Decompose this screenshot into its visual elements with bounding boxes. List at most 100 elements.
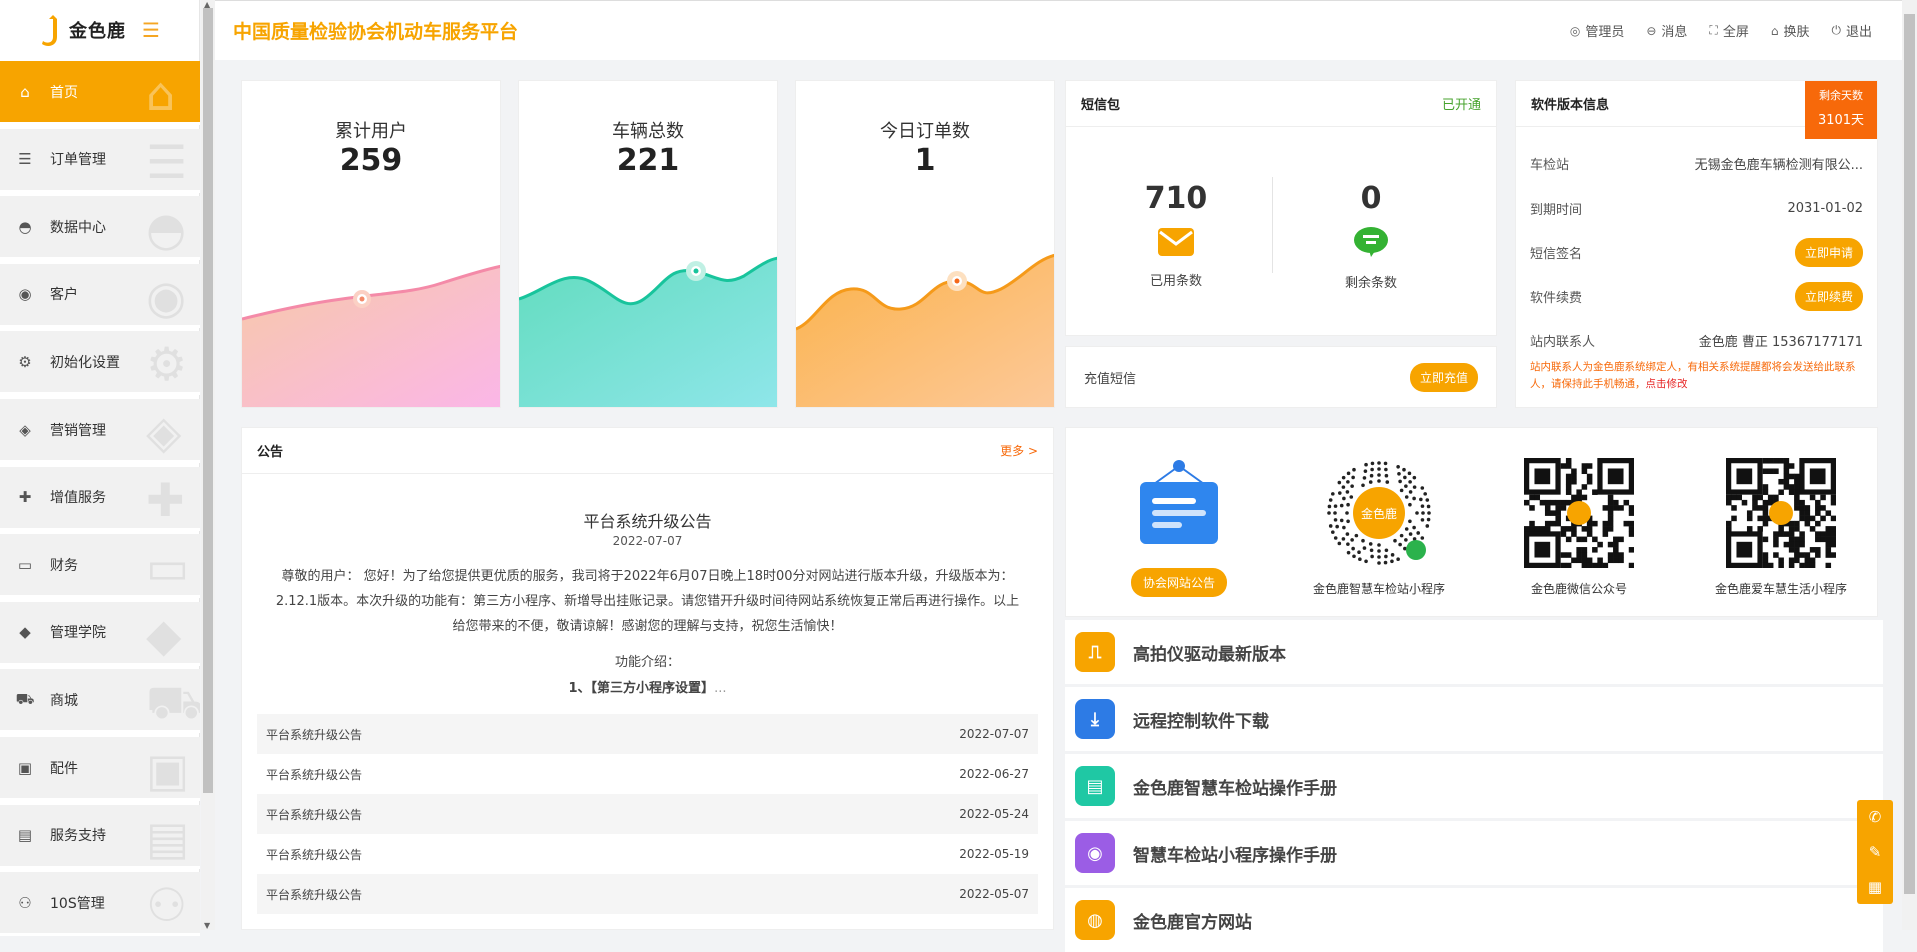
- renew-row: 软件续费 立即续费: [1530, 281, 1863, 311]
- notice-title: 公告: [257, 445, 284, 460]
- user-icon: ◉: [18, 285, 32, 304]
- renew-button[interactable]: 立即续费: [1794, 281, 1863, 311]
- page-scrollbar-thumb[interactable]: [1904, 14, 1915, 894]
- sidebar-item-11[interactable]: ▤ 服务支持 ▤: [0, 804, 200, 869]
- link-label: 金色鹿智慧车检站操作手册: [1133, 778, 1337, 799]
- sidebar-item-7[interactable]: ▭ 财务 ▭: [0, 534, 200, 599]
- notice-row-date: 2022-07-07: [959, 727, 1029, 741]
- notice-row[interactable]: 平台系统升级公告 2022-07-07: [257, 714, 1038, 754]
- logout-button[interactable]: ⏻ 退出: [1831, 21, 1872, 40]
- software-title: 软件版本信息: [1531, 98, 1610, 113]
- software-info-card: 软件版本信息 剩余天数 3101天 车检站 无锡金色鹿车辆检测有限公... 到期时间…: [1515, 80, 1878, 408]
- more-link[interactable]: 更多 >: [1000, 442, 1038, 459]
- sidebar-item-label: 财务: [50, 557, 78, 574]
- sidebar-item-2[interactable]: ◓ 数据中心 ◓: [0, 196, 200, 261]
- power-icon: ⏻: [1831, 23, 1841, 37]
- sidebar-item-0[interactable]: ⌂ 首页 ⌂: [0, 61, 200, 125]
- official-site-link[interactable]: ◍ 金色鹿官方网站: [1065, 888, 1883, 952]
- contact-row: 站内联系人 金色鹿 曹正 15367177171: [1530, 328, 1863, 352]
- box-watermark-icon: ▤: [146, 810, 190, 865]
- admin-button[interactable]: ◎ 管理员: [1569, 21, 1625, 41]
- notice-row-title: 平台系统升级公告: [266, 847, 363, 862]
- stat-card-orders: 今日订单数 1: [795, 80, 1055, 408]
- expire-row: 到期时间 2031-01-02: [1530, 196, 1863, 220]
- shirt-icon: ⌂: [1770, 23, 1779, 38]
- logout-label: 退出: [1845, 25, 1872, 40]
- notice-row[interactable]: 平台系统升级公告 2022-05-19: [257, 834, 1038, 874]
- notice-row[interactable]: 平台系统升级公告 2022-06-27: [257, 754, 1038, 794]
- notice-row-title: 平台系统升级公告: [266, 767, 363, 782]
- station-row: 车检站 无锡金色鹿车辆检测有限公...: [1530, 151, 1863, 175]
- skin-button[interactable]: ⌂ 换肤: [1770, 21, 1810, 41]
- mini-program-code-icon: 金色鹿: [1324, 458, 1434, 568]
- sidebar-item-4[interactable]: ⚙ 初始化设置 ⚙: [0, 331, 200, 396]
- group-icon: ⚇: [18, 893, 32, 912]
- add-user-watermark-icon: ✚: [146, 472, 185, 527]
- ribbon-value: 3101天: [1817, 113, 1865, 128]
- sidebar-item-6[interactable]: ✚ 增值服务 ✚: [0, 466, 200, 531]
- station-manual-link[interactable]: ▤ 金色鹿智慧车检站操作手册: [1065, 754, 1883, 818]
- sign-label: 短信签名: [1530, 246, 1583, 262]
- message-label: 消息: [1661, 25, 1688, 40]
- user-circle-icon: ◎: [1569, 23, 1581, 38]
- notice-row[interactable]: 平台系统升级公告 2022-05-24: [257, 794, 1038, 834]
- sidebar-item-1[interactable]: ☰ 订单管理 ☰: [0, 128, 200, 193]
- sidebar-item-3[interactable]: ◉ 客户 ◉: [0, 263, 200, 328]
- message-button[interactable]: ⊖ 消息: [1646, 21, 1688, 41]
- expire-label: 到期时间: [1530, 202, 1583, 218]
- notice-row-date: 2022-05-07: [959, 887, 1029, 901]
- car-life-qr-code-icon: [1726, 458, 1837, 569]
- sidebar-item-label: 管理学院: [50, 625, 106, 642]
- modify-contact-link[interactable]: 点击修改: [1646, 378, 1688, 390]
- sms-gap: [1066, 336, 1496, 346]
- graduation-watermark-icon: ◆: [146, 607, 182, 662]
- page-scrollbar[interactable]: [1902, 0, 1917, 930]
- sidebar-item-9[interactable]: ⛟ 商城 ⛟: [0, 669, 200, 734]
- sidebar-item-label: 10S管理: [50, 895, 105, 912]
- notice-row-date: 2022-05-19: [959, 847, 1029, 861]
- mini-program-manual-link[interactable]: ◉ 智慧车检站小程序操作手册: [1065, 821, 1883, 885]
- vehicles-wave-chart: [519, 256, 777, 407]
- association-site-button[interactable]: 协会网站公告: [1130, 568, 1227, 597]
- box-icon: ▤: [17, 826, 33, 845]
- apply-sign-button[interactable]: 立即申请: [1794, 237, 1863, 267]
- card-watermark-icon: ▭: [146, 540, 190, 595]
- scrollbar-thumb[interactable]: [203, 8, 213, 793]
- recharge-button[interactable]: 立即充值: [1409, 362, 1478, 392]
- stat-card-vehicles: 车辆总数 221: [518, 80, 778, 408]
- scroll-down-icon[interactable]: ▼: [204, 921, 210, 930]
- sidebar-item-8[interactable]: ◆ 管理学院 ◆: [0, 601, 200, 666]
- sms-left-label: 剩余条数: [1344, 276, 1397, 291]
- book-icon: ▤: [1075, 766, 1115, 806]
- brand-name: 金色鹿: [69, 21, 127, 42]
- sidebar-scrollbar[interactable]: ▲ ▼: [201, 0, 215, 930]
- fullscreen-button[interactable]: ⛶ 全屏: [1709, 21, 1748, 40]
- sidebar-item-12[interactable]: ⚇ 10S管理 ⚇: [0, 872, 200, 937]
- message-icon: ⊖: [1646, 23, 1657, 38]
- camera-driver-link[interactable]: ⎍ 高拍仪驱动最新版本: [1065, 620, 1883, 684]
- group-watermark-icon: ⚇: [146, 878, 188, 933]
- sidebar-item-label: 配件: [50, 760, 78, 777]
- remote-software-link[interactable]: ⤓ 远程控制软件下载: [1065, 687, 1883, 751]
- qr-icon[interactable]: ▦: [1868, 878, 1882, 896]
- sidebar-item-10[interactable]: ▣ 配件 ▣: [0, 737, 200, 801]
- edit-icon[interactable]: ✎: [1869, 843, 1882, 861]
- sms-left: 0 剩余条数: [1286, 181, 1456, 291]
- stat-card-users: 累计用户 259: [241, 80, 501, 408]
- sidebar-item-5[interactable]: ◈ 营销管理 ◈: [0, 399, 200, 463]
- notice-row-title: 平台系统升级公告: [266, 727, 363, 742]
- menu-collapse-icon[interactable]: ☰: [142, 18, 160, 42]
- sidebar-item-label: 增值服务: [50, 490, 106, 507]
- association-notice-item[interactable]: 协会网站公告: [1094, 458, 1264, 597]
- user-watermark-icon: ◉: [146, 269, 187, 324]
- phone-icon[interactable]: ✆: [1869, 808, 1882, 826]
- stat-title: 今日订单数: [880, 121, 970, 142]
- home-icon: ⌂: [20, 82, 30, 101]
- orders-wave-chart: [796, 254, 1054, 407]
- sms-status: 已开通: [1441, 98, 1481, 113]
- stat-value: 1: [914, 143, 936, 178]
- stat-title: 车辆总数: [612, 121, 684, 142]
- card-icon: ▭: [17, 555, 33, 574]
- notice-row[interactable]: 平台系统升级公告 2022-05-07: [257, 874, 1038, 914]
- notice-row-title: 平台系统升级公告: [266, 807, 363, 822]
